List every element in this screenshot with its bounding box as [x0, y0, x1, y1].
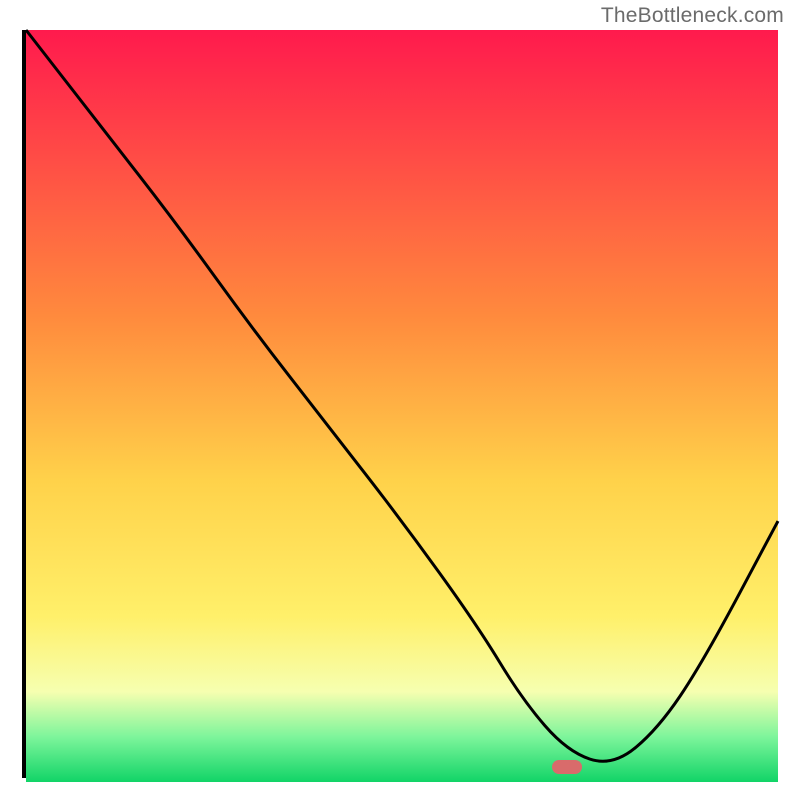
bottleneck-curve [26, 30, 778, 774]
plot-area [22, 30, 778, 778]
chart-container: TheBottleneck.com [0, 0, 800, 800]
optimal-marker [552, 760, 582, 774]
watermark-text: TheBottleneck.com [601, 4, 784, 28]
